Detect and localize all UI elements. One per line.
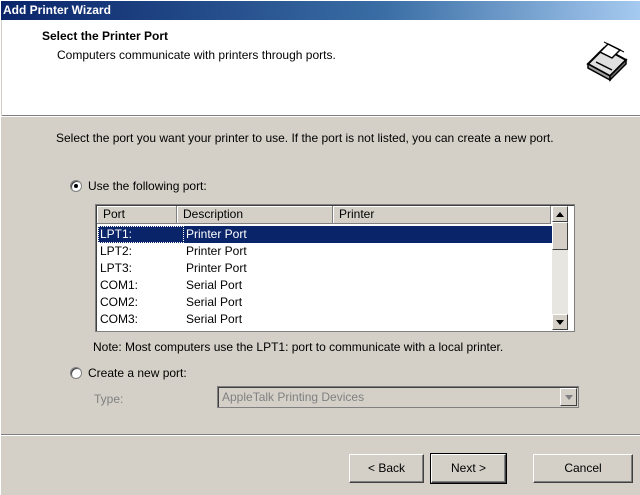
printer-cell <box>336 277 552 294</box>
description-cell: Serial Port <box>186 278 243 292</box>
use-port-option[interactable]: Use the following port: <box>70 179 207 193</box>
intro-text: Select the port you want your printer to… <box>56 131 554 145</box>
port-list-header: Port Description Printer <box>97 206 551 224</box>
page-subtitle: Computers communicate with printers thro… <box>57 48 336 62</box>
table-row[interactable]: COM3: Serial Port <box>98 311 552 328</box>
window-title: Add Printer Wizard <box>3 3 111 17</box>
next-button[interactable]: Next > <box>430 453 507 484</box>
dropdown-button <box>560 388 577 406</box>
port-cell: COM1: <box>100 278 139 292</box>
create-port-option[interactable]: Create a new port: <box>70 366 187 380</box>
port-list-rows: LPT1: Printer Port LPT2: Printer Port LP… <box>98 226 552 328</box>
title-bar[interactable]: Add Printer Wizard <box>1 1 640 20</box>
chevron-down-icon <box>564 394 573 400</box>
cancel-button[interactable]: Cancel <box>533 454 633 483</box>
printer-icon <box>584 38 630 84</box>
description-cell: Serial Port <box>186 295 243 309</box>
port-cell: LPT1: <box>98 226 184 243</box>
table-row[interactable]: COM2: Serial Port <box>98 294 552 311</box>
printer-cell <box>336 226 552 243</box>
header-divider <box>1 116 640 117</box>
wizard-window: Add Printer Wizard Select the Printer Po… <box>0 0 640 495</box>
table-row[interactable]: LPT2: Printer Port <box>98 243 552 260</box>
arrow-down-icon <box>556 319 564 325</box>
column-description[interactable]: Description <box>177 206 333 224</box>
page-title: Select the Printer Port <box>42 29 169 43</box>
create-port-radio[interactable] <box>70 367 82 379</box>
table-row[interactable]: LPT1: Printer Port <box>98 226 552 243</box>
port-list-scrollbar[interactable] <box>552 206 568 330</box>
printer-cell <box>336 260 552 277</box>
port-list[interactable]: Port Description Printer LPT1: Printer P… <box>95 204 575 332</box>
scroll-thumb[interactable] <box>552 222 568 250</box>
port-cell: LPT2: <box>100 244 133 258</box>
port-cell: COM2: <box>100 295 139 309</box>
port-cell: COM3: <box>100 312 139 326</box>
port-note: Note: Most computers use the LPT1: port … <box>93 340 504 354</box>
use-port-label: Use the following port: <box>88 179 207 193</box>
use-port-radio[interactable] <box>70 180 82 192</box>
create-port-label: Create a new port: <box>88 366 187 380</box>
table-row[interactable]: LPT3: Printer Port <box>98 260 552 277</box>
printer-cell <box>336 311 552 328</box>
port-cell: LPT3: <box>100 261 133 275</box>
column-port[interactable]: Port <box>97 206 177 224</box>
printer-cell <box>336 243 552 260</box>
footer-divider <box>1 434 640 436</box>
arrow-up-icon <box>556 211 564 217</box>
scroll-down-button[interactable] <box>552 314 568 330</box>
description-cell: Printer Port <box>186 227 247 241</box>
back-button[interactable]: < Back <box>349 454 424 483</box>
table-row[interactable]: COM1: Serial Port <box>98 277 552 294</box>
printer-cell <box>336 294 552 311</box>
scroll-up-button[interactable] <box>552 206 568 222</box>
port-type-select: AppleTalk Printing Devices <box>217 386 579 408</box>
description-cell: Printer Port <box>186 244 247 258</box>
wizard-header: Select the Printer Port Computers commun… <box>2 20 640 116</box>
port-type-value: AppleTalk Printing Devices <box>222 390 365 404</box>
column-printer[interactable]: Printer <box>333 206 551 224</box>
description-cell: Printer Port <box>186 261 247 275</box>
type-label: Type: <box>94 392 124 406</box>
description-cell: Serial Port <box>186 312 243 326</box>
